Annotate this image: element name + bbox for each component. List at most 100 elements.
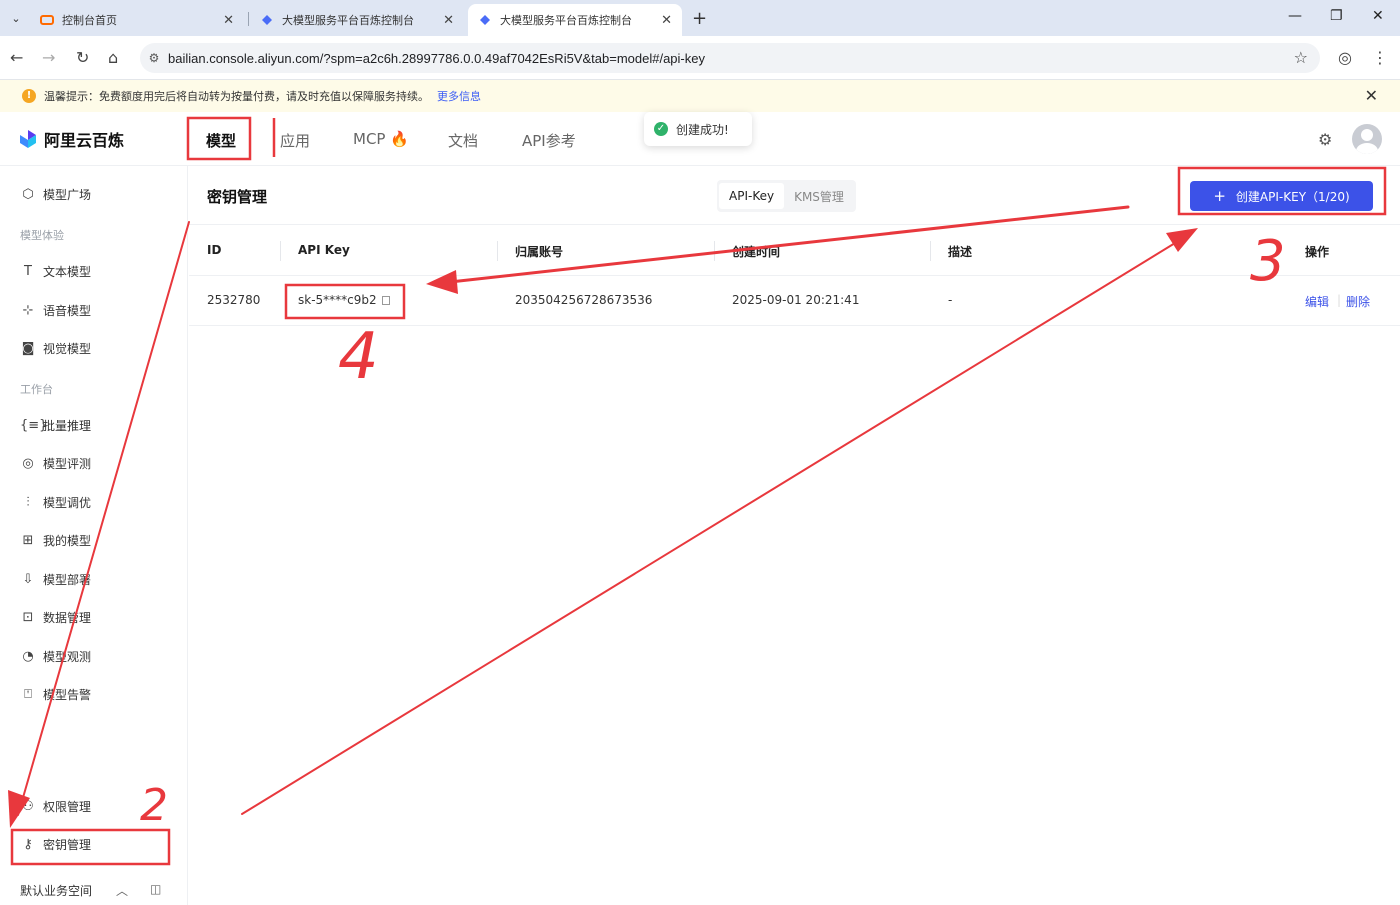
tab-bailian-1[interactable]: 大模型服务平台百炼控制台 ✕ xyxy=(250,4,464,36)
fire-icon: 🔥 xyxy=(390,130,409,148)
sidebar-item-label: 语音模型 xyxy=(43,304,92,318)
notice-close-icon[interactable]: ✕ xyxy=(1365,86,1378,105)
sidebar-item-label: 模型观测 xyxy=(43,650,92,664)
sidebar-item-my-models[interactable]: ⊞ 我的模型 xyxy=(20,532,91,549)
sidebar: ⬡ 模型广场 模型体验 T 文本模型 ⊹ 语音模型 ◙ 视觉模型 工作台 {≡}… xyxy=(0,166,188,905)
sidebar-item-batch-inference[interactable]: {≡} 批量推理 xyxy=(20,417,91,434)
success-toast: ✓ 创建成功! xyxy=(644,112,752,146)
warning-icon: ! xyxy=(22,89,36,103)
cell-id: 2532780 xyxy=(207,293,261,307)
close-tab-icon[interactable]: ✕ xyxy=(223,13,234,28)
bookmark-star-icon[interactable]: ☆ xyxy=(1294,48,1308,67)
notice-more-link[interactable]: 更多信息 xyxy=(437,88,481,104)
back-icon[interactable]: ← xyxy=(10,48,23,67)
sidebar-item-permissions[interactable]: ⚇ 权限管理 xyxy=(20,798,91,815)
notice-banner: ! 温馨提示：免费额度用完后将自动转为按量付费，请及时充值以保障服务持续。 更多… xyxy=(0,80,1400,112)
browser-toolbar: ← → ↻ ⌂ ⚙ bailian.console.aliyun.com/?sp… xyxy=(0,36,1400,80)
close-tab-icon[interactable]: ✕ xyxy=(661,13,672,28)
nav-mcp[interactable]: MCP 🔥 xyxy=(353,130,409,148)
waveform-icon: ⊹ xyxy=(22,303,34,318)
notice-text: 温馨提示：免费额度用完后将自动转为按量付费，请及时充值以保障服务持续。 xyxy=(44,90,429,103)
sidebar-item-label: 视觉模型 xyxy=(43,342,92,356)
tab-search-icon[interactable]: ⌄ xyxy=(6,8,26,28)
settings-gear-icon[interactable]: ⚙ xyxy=(1318,130,1332,149)
col-actions: 操作 xyxy=(1305,245,1330,259)
eval-target-icon: ◎ xyxy=(22,456,34,471)
plus-icon: + xyxy=(1213,187,1226,205)
delete-link[interactable]: 删除 xyxy=(1346,293,1370,310)
url-text[interactable]: bailian.console.aliyun.com/?spm=a2c6h.28… xyxy=(168,51,705,66)
main-content: 密钥管理 API-Key KMS管理 + 创建API-KEY（1/20) ID … xyxy=(189,166,1400,905)
create-api-key-button[interactable]: + 创建API-KEY（1/20) xyxy=(1190,181,1373,211)
restore-icon[interactable]: ❐ xyxy=(1330,8,1343,24)
site-info-icon[interactable]: ⚙ xyxy=(140,51,168,65)
edit-link[interactable]: 编辑 xyxy=(1305,293,1329,310)
segment-kms[interactable]: KMS管理 xyxy=(784,182,854,211)
home-icon[interactable]: ⌂ xyxy=(108,48,118,67)
sidebar-item-label: 模型告警 xyxy=(43,688,92,702)
sidebar-item-model-eval[interactable]: ◎ 模型评测 xyxy=(20,455,91,472)
sidebar-item-voice-model[interactable]: ⊹ 语音模型 xyxy=(20,302,91,319)
sidebar-item-label: 文本模型 xyxy=(43,265,92,279)
cell-created: 2025-09-01 20:21:41 xyxy=(732,293,860,307)
tab-console-home[interactable]: 控制台首页 ✕ xyxy=(30,4,244,36)
new-tab-icon[interactable]: + xyxy=(692,8,707,29)
nav-model[interactable]: 模型 xyxy=(206,130,236,151)
cube-icon: ⬡ xyxy=(22,187,34,202)
window-close-icon[interactable]: ✕ xyxy=(1372,8,1384,24)
close-tab-icon[interactable]: ✕ xyxy=(443,13,454,28)
cell-description: - xyxy=(948,293,953,307)
nav-api-reference[interactable]: API参考 xyxy=(522,130,576,151)
logo-text: 阿里云百炼 xyxy=(44,131,125,150)
segment-api-key[interactable]: API-Key xyxy=(719,183,785,209)
sidebar-item-vision-model[interactable]: ◙ 视觉模型 xyxy=(20,340,91,357)
reload-icon[interactable]: ↻ xyxy=(76,48,89,67)
pie-clock-icon: ◔ xyxy=(22,649,34,664)
sidebar-item-model-observe[interactable]: ◔ 模型观测 xyxy=(20,648,91,665)
sidebar-item-key-management[interactable]: ⚷ 密钥管理 xyxy=(20,836,91,853)
copy-icon[interactable] xyxy=(381,296,390,305)
toast-text: 创建成功! xyxy=(676,122,729,137)
workspace-switcher[interactable]: 默认业务空间 ︿ ◫ xyxy=(20,882,170,899)
sidebar-item-data-management[interactable]: ⊡ 数据管理 xyxy=(20,609,91,626)
avatar[interactable] xyxy=(1352,124,1382,154)
tab-title: 大模型服务平台百炼控制台 xyxy=(282,14,414,27)
address-bar[interactable]: ⚙ bailian.console.aliyun.com/?spm=a2c6h.… xyxy=(140,43,1320,73)
sidebar-item-label: 密钥管理 xyxy=(43,838,92,852)
col-account: 归属账号 xyxy=(515,245,564,259)
tab-title: 大模型服务平台百炼控制台 xyxy=(500,14,632,27)
logo[interactable]: 阿里云百炼 xyxy=(18,127,124,151)
key-type-segmented: API-Key KMS管理 xyxy=(717,180,856,212)
sidebar-group-experience: 模型体验 xyxy=(20,229,64,242)
browser-menu-icon[interactable]: ⋮ xyxy=(1372,48,1388,67)
col-created: 创建时间 xyxy=(732,245,781,259)
sidebar-item-model-deploy[interactable]: ⇩ 模型部署 xyxy=(20,571,91,588)
nav-mcp-label: MCP xyxy=(353,130,386,148)
bailian-favicon-icon xyxy=(262,15,272,25)
minimize-icon[interactable]: — xyxy=(1288,8,1302,24)
col-divider xyxy=(930,241,931,261)
alert-doc-icon: ⍞ xyxy=(24,687,32,702)
tab-bailian-active[interactable]: 大模型服务平台百炼控制台 ✕ xyxy=(468,4,682,36)
sidebar-item-text-model[interactable]: T 文本模型 xyxy=(20,263,91,280)
nav-application[interactable]: 应用 xyxy=(280,130,310,151)
create-api-key-label: 创建API-KEY（1/20) xyxy=(1235,189,1350,204)
table-row: 2532780 sk-5****c9b2 203504256728673536 … xyxy=(189,276,1400,326)
sidebar-item-model-alert[interactable]: ⍞ 模型告警 xyxy=(20,686,91,703)
col-id: ID xyxy=(207,243,222,257)
col-divider xyxy=(714,241,715,261)
text-t-icon: T xyxy=(24,264,32,279)
col-divider xyxy=(280,241,281,261)
sidebar-item-model-square[interactable]: ⬡ 模型广场 xyxy=(20,186,91,203)
nav-docs[interactable]: 文档 xyxy=(448,130,478,151)
sidebar-item-label: 模型广场 xyxy=(43,188,92,202)
chevron-up-icon[interactable]: ︿ xyxy=(116,882,128,899)
sidebar-item-label: 模型评测 xyxy=(43,457,92,471)
forward-icon[interactable]: → xyxy=(42,48,55,67)
sidebar-item-model-tuning[interactable]: ⫶ 模型调优 xyxy=(20,494,91,511)
profile-icon[interactable]: ◎ xyxy=(1338,48,1352,67)
sliders-icon: ⫶ xyxy=(26,495,30,510)
collapse-panel-icon[interactable]: ◫ xyxy=(150,882,161,899)
sidebar-item-label: 批量推理 xyxy=(43,419,92,433)
chart-box-icon: ⊡ xyxy=(22,610,34,625)
